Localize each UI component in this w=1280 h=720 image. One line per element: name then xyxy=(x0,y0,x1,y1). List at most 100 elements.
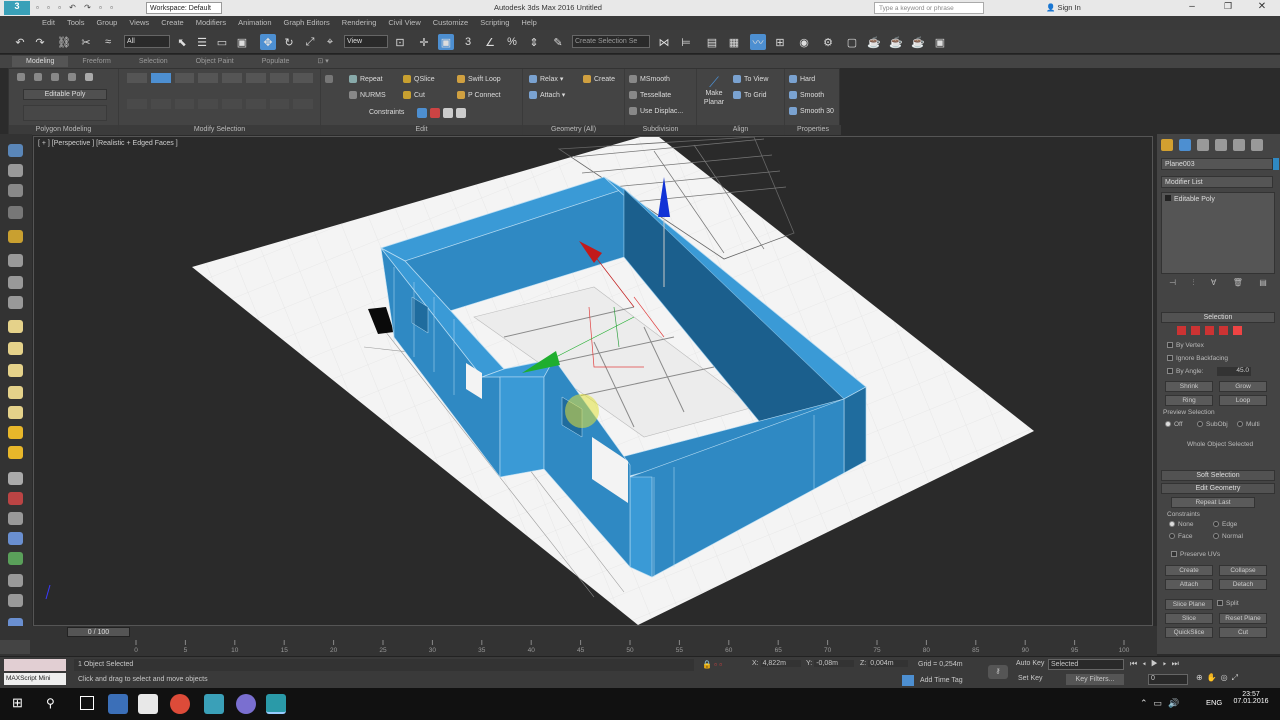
menu-item-modifiers[interactable]: Modifiers xyxy=(190,16,232,29)
search-icon[interactable]: ⚲ xyxy=(46,696,55,710)
perspective-viewport[interactable]: [ + ] [Perspective ] [Realistic + Edged … xyxy=(33,136,1153,626)
globe-icon[interactable] xyxy=(8,532,23,545)
display-tool-icon[interactable] xyxy=(8,512,23,525)
render-production-icon[interactable]: ☕ xyxy=(866,34,882,50)
layer-explorer-icon[interactable]: ▤ xyxy=(704,34,720,50)
angle-spinner[interactable]: 45.0 xyxy=(1217,367,1251,376)
pivot-center-icon[interactable]: ⊡ xyxy=(392,34,408,50)
tab-populate[interactable]: Populate xyxy=(248,56,304,67)
bind-space-warp-icon[interactable]: ≈ xyxy=(100,34,116,50)
ignore-backfacing-checkbox[interactable]: Ignore Backfacing xyxy=(1167,355,1228,362)
menu-item-views[interactable]: Views xyxy=(123,16,155,29)
render-activeshade-icon[interactable]: ☕ xyxy=(910,34,926,50)
motion-tab-icon[interactable] xyxy=(1215,139,1227,151)
element-icon[interactable] xyxy=(85,73,93,81)
menu-item-rendering[interactable]: Rendering xyxy=(336,16,383,29)
sign-in-link[interactable]: 👤 Sign In xyxy=(1046,3,1081,12)
modeling-tools-group[interactable] xyxy=(23,105,107,121)
preview-subobj-radio[interactable]: SubObj xyxy=(1197,421,1228,428)
time-tag-icon[interactable] xyxy=(902,675,914,686)
constraint-face-radio[interactable]: Face xyxy=(1169,533,1192,540)
slice-plane-button[interactable]: Slice Plane xyxy=(1165,599,1213,610)
named-selection-dropdown[interactable]: Create Selection Se xyxy=(572,35,650,48)
make-unique-icon[interactable]: ∀ xyxy=(1211,278,1216,292)
y-coordinate[interactable]: Y: -0,08m xyxy=(806,660,855,667)
geosphere-icon[interactable] xyxy=(8,426,23,439)
polygon-icon[interactable] xyxy=(68,73,76,81)
material-editor-icon[interactable]: ◉ xyxy=(796,34,812,50)
qslice-button[interactable]: QSlice xyxy=(403,75,435,83)
loop-button[interactable]: Loop xyxy=(1219,395,1267,406)
tab-selection[interactable]: Selection xyxy=(125,56,182,67)
workspace-dropdown[interactable]: Workspace: Default xyxy=(146,2,222,14)
wall-corner-front[interactable] xyxy=(629,476,653,578)
selection-rollout[interactable]: Selection xyxy=(1161,312,1275,323)
spinner-snap-icon[interactable]: ⇕ xyxy=(526,34,542,50)
show-end-result-icon[interactable]: ⫶ xyxy=(1193,278,1195,292)
key-set-dropdown[interactable]: Selected xyxy=(1048,659,1124,670)
undo-icon[interactable]: ↶ xyxy=(12,34,28,50)
select-rotate-icon[interactable]: ↻ xyxy=(281,34,297,50)
chrome-icon[interactable] xyxy=(170,694,190,714)
sphere-icon[interactable] xyxy=(8,364,23,377)
hard-button[interactable]: Hard xyxy=(789,75,815,83)
by-vertex-checkbox[interactable]: By Vertex xyxy=(1167,342,1204,349)
tessellate-button[interactable]: Tessellate xyxy=(629,91,671,99)
search-input[interactable]: Type a keyword or phrase xyxy=(874,2,984,14)
menu-item-create[interactable]: Create xyxy=(155,16,190,29)
by-angle-checkbox[interactable]: By Angle: xyxy=(1167,368,1203,375)
maximize-button[interactable]: ❐ xyxy=(1218,1,1238,15)
vertex-icon[interactable] xyxy=(17,73,25,81)
attach-button[interactable]: Attach ▾ xyxy=(529,91,565,100)
modify-selection-buttons[interactable] xyxy=(127,73,313,121)
select-scale-icon[interactable]: ⤢ xyxy=(302,34,318,50)
attach-button[interactable]: Attach xyxy=(1165,579,1213,590)
cone-icon[interactable] xyxy=(8,406,23,419)
modifier-list-dropdown[interactable]: Modifier List xyxy=(1161,176,1273,188)
swift-loop-button[interactable]: Swift Loop xyxy=(457,75,501,83)
stack-item-editable-poly[interactable]: Editable Poly xyxy=(1162,193,1274,205)
section-label[interactable]: Align xyxy=(697,125,784,135)
preview-multi-radio[interactable]: Multi xyxy=(1237,421,1260,428)
constraint-normal-radio[interactable]: Normal xyxy=(1213,533,1243,540)
angle-snap-icon[interactable]: ∠ xyxy=(482,34,498,50)
y-value-field[interactable]: -0,08m xyxy=(814,660,855,667)
configure-sets-icon[interactable]: ▤ xyxy=(1259,278,1267,292)
store-icon[interactable] xyxy=(138,694,158,714)
3dsmax-taskbar-icon[interactable] xyxy=(266,694,286,714)
window-crossing-icon[interactable]: ▣ xyxy=(234,34,250,50)
cut-button[interactable]: Cut xyxy=(1219,627,1267,638)
teapot-icon[interactable] xyxy=(8,446,23,459)
z-coordinate[interactable]: Z: 0,004m xyxy=(860,660,909,667)
to-grid-button[interactable]: To Grid xyxy=(733,91,767,99)
x-value-field[interactable]: 4,822m xyxy=(760,660,801,667)
browser-icon[interactable] xyxy=(236,694,256,714)
a360-render-icon[interactable]: ▣ xyxy=(932,34,948,50)
menu-item-tools[interactable]: Tools xyxy=(61,16,91,29)
preview-off-radio[interactable]: Off xyxy=(1165,421,1183,428)
percent-snap-icon[interactable]: % xyxy=(504,34,520,50)
tab-freeform[interactable]: Freeform xyxy=(68,56,124,67)
torus-icon[interactable] xyxy=(8,386,23,399)
ribbon-toggle-icon[interactable]: ⊡ ▾ xyxy=(303,55,342,67)
pin-stack-icon[interactable]: ⊣ xyxy=(1169,278,1176,292)
to-view-button[interactable]: To View xyxy=(733,75,768,83)
slice-button[interactable]: Slice xyxy=(1165,613,1213,624)
minimize-button[interactable]: – xyxy=(1182,1,1202,15)
collapse-button[interactable]: Collapse xyxy=(1219,565,1267,576)
smooth30-button[interactable]: Smooth 30 xyxy=(789,107,834,115)
curve-editor-icon[interactable]: 〰 xyxy=(750,34,766,50)
tab-modeling[interactable]: Modeling xyxy=(12,56,69,67)
maxscript-listener-input[interactable] xyxy=(4,659,66,671)
paint-tool-icon[interactable] xyxy=(8,492,23,505)
windows-start-icon[interactable]: ⊞ xyxy=(12,696,26,710)
task-view-icon[interactable] xyxy=(80,696,94,710)
constraint-none-radio[interactable]: None xyxy=(1169,521,1194,528)
stack-controls[interactable]: ⊣ ⫶ ∀ 🗑 ▤ xyxy=(1161,278,1275,292)
smooth-button[interactable]: Smooth xyxy=(789,91,824,99)
hierarchy-tab-icon[interactable] xyxy=(1197,139,1209,151)
scene-canvas[interactable] xyxy=(34,137,1153,626)
section-label[interactable]: Edit xyxy=(321,125,522,135)
select-object-icon[interactable]: ⬉ xyxy=(174,34,190,50)
reference-coordinate-dropdown[interactable]: View xyxy=(344,35,388,48)
